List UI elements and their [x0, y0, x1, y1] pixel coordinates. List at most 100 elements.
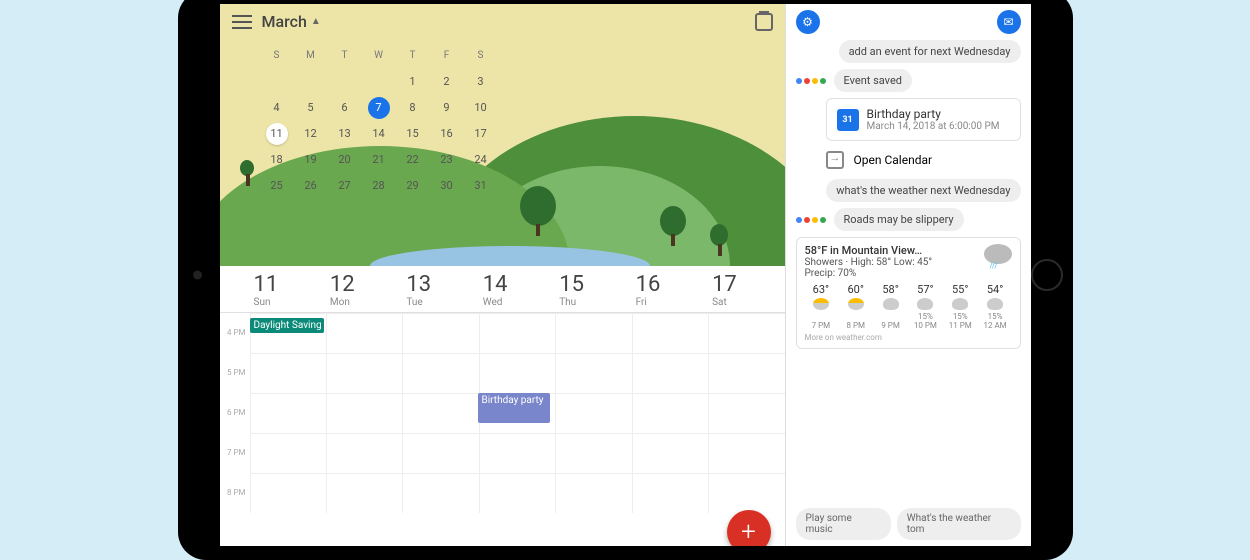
grid-cell[interactable]: [708, 473, 784, 513]
mini-day[interactable]: 25: [260, 173, 294, 199]
calendar-app: March ▲ SMTWTFS 123456789101112131415161…: [220, 4, 786, 546]
allday-event[interactable]: Daylight Saving: [250, 318, 324, 333]
grid-cell[interactable]: [326, 313, 402, 353]
suggestion-chip-2[interactable]: What's the weather tom: [897, 508, 1021, 540]
week-grid[interactable]: 4 PM5 PM6 PM7 PM8 PMBirthday party: [220, 313, 785, 513]
assistant-logo-icon: [796, 78, 826, 84]
mini-day[interactable]: 17: [464, 121, 498, 147]
dow-label: T: [328, 43, 362, 69]
mini-calendar[interactable]: SMTWTFS 12345678910111213141516171819202…: [220, 39, 785, 203]
mini-day[interactable]: 10: [464, 95, 498, 121]
grid-cell[interactable]: [555, 353, 631, 393]
mini-day[interactable]: 24: [464, 147, 498, 173]
grid-cell[interactable]: [632, 313, 708, 353]
mini-day[interactable]: [294, 69, 328, 95]
grid-cell[interactable]: [402, 473, 478, 513]
mini-day[interactable]: 26: [294, 173, 328, 199]
grid-cell[interactable]: [708, 433, 784, 473]
grid-cell[interactable]: [555, 313, 631, 353]
menu-icon[interactable]: [232, 15, 252, 29]
grid-cell[interactable]: [479, 433, 555, 473]
add-event-fab[interactable]: +: [727, 510, 771, 546]
grid-cell[interactable]: [326, 353, 402, 393]
gear-icon[interactable]: ⚙: [796, 10, 820, 34]
grid-cell[interactable]: [632, 393, 708, 433]
grid-cell[interactable]: [708, 313, 784, 353]
weekday-header[interactable]: 15Thu: [555, 272, 631, 308]
mini-day[interactable]: [362, 69, 396, 95]
grid-cell[interactable]: [555, 473, 631, 513]
grid-cell[interactable]: [555, 393, 631, 433]
grid-cell[interactable]: [250, 433, 326, 473]
event-card[interactable]: 31 Birthday party March 14, 2018 at 6:00…: [826, 98, 1021, 141]
grid-cell[interactable]: [402, 353, 478, 393]
mini-day[interactable]: 19: [294, 147, 328, 173]
mini-day[interactable]: 11: [266, 123, 288, 145]
mini-day[interactable]: 15: [396, 121, 430, 147]
open-calendar-link[interactable]: Open Calendar: [826, 147, 1021, 173]
weekday-header[interactable]: 16Fri: [632, 272, 708, 308]
mini-day[interactable]: 28: [362, 173, 396, 199]
mini-day[interactable]: 30: [430, 173, 464, 199]
mini-day[interactable]: 29: [396, 173, 430, 199]
mini-day[interactable]: 27: [328, 173, 362, 199]
mini-day[interactable]: 23: [430, 147, 464, 173]
calendar-icon: 31: [837, 109, 859, 131]
mini-day[interactable]: 4: [260, 95, 294, 121]
open-calendar-label: Open Calendar: [854, 153, 933, 167]
weekday-header[interactable]: 17Sat: [708, 272, 784, 308]
week-view: 11Sun12Mon13Tue14Wed15Thu16Fri17Sat 4 PM…: [220, 266, 785, 546]
grid-cell[interactable]: [555, 433, 631, 473]
mini-day[interactable]: 18: [260, 147, 294, 173]
weekday-header[interactable]: 14Wed: [479, 272, 555, 308]
mini-day[interactable]: 14: [362, 121, 396, 147]
grid-cell[interactable]: [326, 473, 402, 513]
grid-cell[interactable]: [708, 353, 784, 393]
grid-cell[interactable]: [250, 473, 326, 513]
grid-cell[interactable]: [402, 393, 478, 433]
mini-day[interactable]: 16: [430, 121, 464, 147]
grid-cell[interactable]: [479, 353, 555, 393]
mini-day[interactable]: 31: [464, 173, 498, 199]
today-icon[interactable]: [755, 13, 773, 31]
grid-cell[interactable]: [402, 313, 478, 353]
weather-more-link[interactable]: More on weather.com: [805, 333, 1012, 342]
weather-card[interactable]: 58°F in Mountain View… Showers · High: 5…: [796, 237, 1021, 349]
mini-day[interactable]: 3: [464, 69, 498, 95]
mini-day[interactable]: [260, 69, 294, 95]
grid-cell[interactable]: [479, 473, 555, 513]
grid-cell[interactable]: [708, 393, 784, 433]
grid-cell[interactable]: [326, 433, 402, 473]
mini-day[interactable]: 1: [396, 69, 430, 95]
mini-day[interactable]: 5: [294, 95, 328, 121]
mini-day[interactable]: [328, 69, 362, 95]
home-button[interactable]: [1031, 259, 1063, 291]
suggestion-chip-1[interactable]: Play some music: [796, 508, 891, 540]
calendar-event[interactable]: Birthday party: [478, 393, 550, 423]
mail-icon[interactable]: ✉: [997, 10, 1021, 34]
mini-day[interactable]: 9: [430, 95, 464, 121]
mini-day[interactable]: 13: [328, 121, 362, 147]
month-selector[interactable]: March ▲: [262, 12, 321, 31]
grid-cell[interactable]: [632, 353, 708, 393]
weekday-header[interactable]: 11Sun: [250, 272, 326, 308]
mini-day[interactable]: 2: [430, 69, 464, 95]
grid-cell[interactable]: [326, 393, 402, 433]
mini-day[interactable]: 20: [328, 147, 362, 173]
grid-cell[interactable]: [250, 393, 326, 433]
mini-day[interactable]: 6: [328, 95, 362, 121]
weekday-header[interactable]: 13Tue: [402, 272, 478, 308]
grid-cell[interactable]: [250, 353, 326, 393]
grid-cell[interactable]: [402, 433, 478, 473]
user-query-1[interactable]: add an event for next Wednesday: [839, 40, 1021, 63]
user-query-2[interactable]: what's the weather next Wednesday: [826, 179, 1020, 202]
grid-cell[interactable]: [479, 313, 555, 353]
mini-day[interactable]: 21: [362, 147, 396, 173]
mini-day[interactable]: 12: [294, 121, 328, 147]
mini-day[interactable]: 8: [396, 95, 430, 121]
weekday-header[interactable]: 12Mon: [326, 272, 402, 308]
grid-cell[interactable]: [632, 433, 708, 473]
mini-day[interactable]: 7: [368, 97, 390, 119]
grid-cell[interactable]: [632, 473, 708, 513]
mini-day[interactable]: 22: [396, 147, 430, 173]
